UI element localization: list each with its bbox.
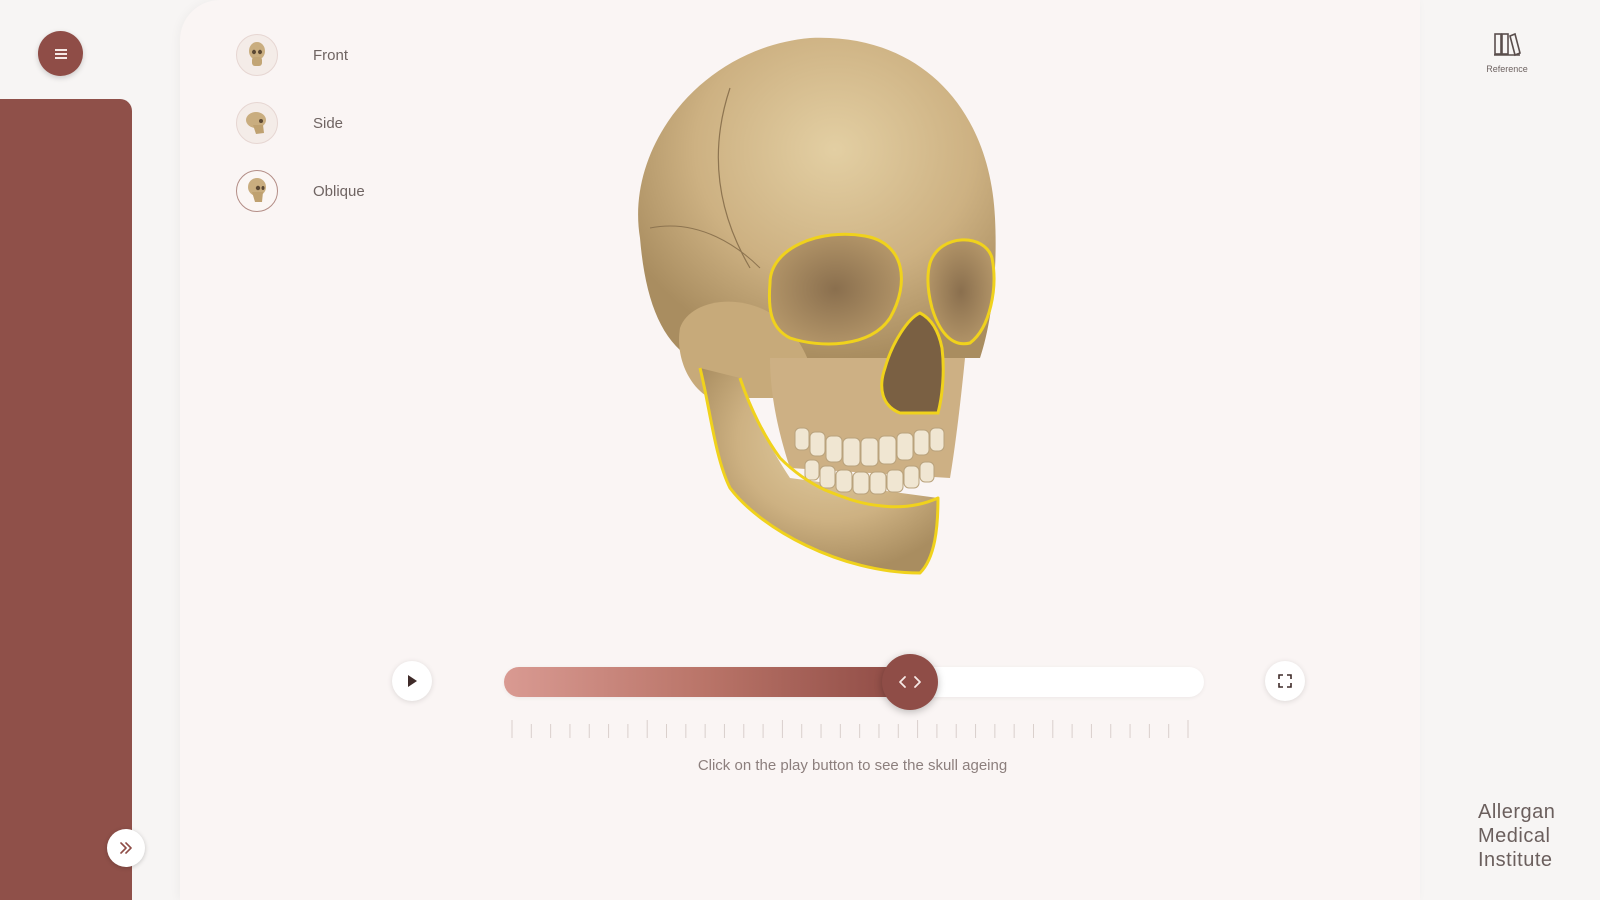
player-caption: Click on the play button to see the skul… (697, 757, 1008, 774)
double-chevron-right-icon (120, 842, 132, 854)
skull-front-thumbnail-icon (236, 34, 278, 76)
view-oblique[interactable]: Oblique (236, 157, 365, 225)
reference-button[interactable]: Reference (1474, 30, 1540, 74)
fullscreen-button[interactable] (1265, 661, 1305, 701)
play-button[interactable] (392, 661, 432, 701)
slider-ticks (511, 720, 1189, 738)
brand-line-2: Medical (1478, 825, 1551, 847)
skull-oblique-thumbnail-icon (236, 170, 278, 212)
play-icon (408, 675, 417, 687)
view-side[interactable]: Side (236, 89, 365, 157)
age-slider[interactable] (504, 654, 1204, 710)
view-front-label: Front (313, 46, 349, 64)
skull-illustration (620, 28, 1020, 588)
expand-panel-button[interactable] (107, 829, 145, 867)
brand-line-1: Allergan (1478, 801, 1556, 823)
age-slider-fill (504, 667, 910, 697)
skull-side-thumbnail-icon (236, 102, 278, 144)
view-oblique-label: Oblique (313, 182, 365, 200)
view-selector: Front Side Oblique (236, 21, 365, 225)
view-side-label: Side (313, 114, 344, 132)
app-root: Front Side Oblique Click on the play but… (0, 0, 1600, 900)
books-icon (1494, 32, 1521, 57)
view-front[interactable]: Front (236, 21, 365, 89)
fullscreen-icon (1278, 674, 1292, 688)
menu-button[interactable] (38, 31, 83, 76)
side-panel (0, 99, 132, 900)
drag-arrows-icon (899, 676, 921, 688)
age-slider-handle[interactable] (882, 654, 938, 710)
reference-label: Reference (1486, 64, 1528, 74)
brand-line-3: Institute (1478, 849, 1553, 871)
menu-icon (54, 49, 67, 59)
brand-logo: Allergan Medical Institute (1478, 800, 1555, 872)
